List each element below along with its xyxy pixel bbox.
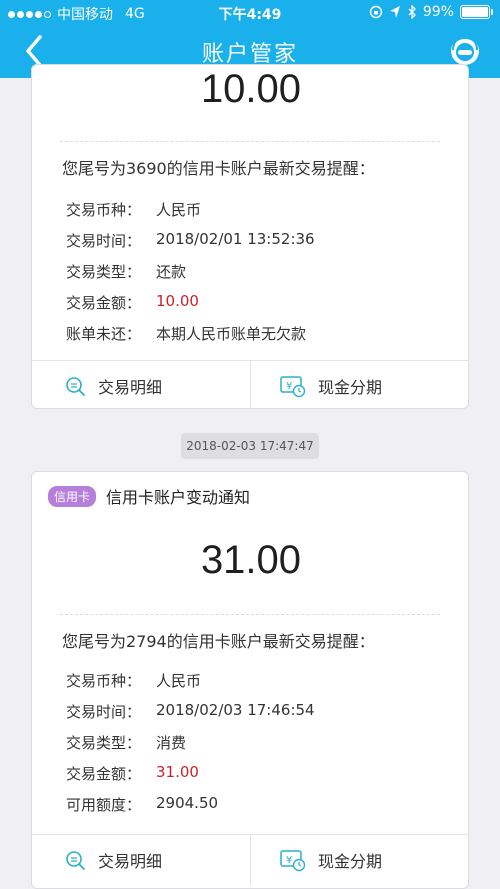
transaction-description: 您尾号为2794的信用卡账户最新交易提醒： [62,632,375,651]
card-actions: 交易明细 ¥ 现金分期 [32,834,468,885]
row-label: 交易类型： [66,734,142,752]
row-value: 2904.50 [156,794,219,812]
status-bar: 中国移动 4G 下午4:49 99% [0,0,500,26]
row-label: 交易时间： [66,703,142,721]
svg-text:¥: ¥ [286,855,292,866]
svg-text:¥: ¥ [286,381,292,392]
cash-installment-icon: ¥ [280,376,306,398]
detail-row-available-credit: 可用额度： 2904.50 [66,794,218,815]
action-divider [250,835,251,885]
row-value: 消费 [156,734,187,752]
transaction-card-2: 信用卡 信用卡账户变动通知 31.00 您尾号为2794的信用卡账户最新交易提醒… [31,471,469,889]
row-value: 2018/02/01 13:52:36 [156,230,315,248]
battery-icon [460,5,493,19]
location-icon [389,6,400,18]
cash-installment-label: 现金分期 [318,378,383,397]
card-title: 信用卡账户变动通知 [106,488,251,507]
message-timestamp: 2018-02-03 17:47:47 [181,433,319,459]
row-label: 可用额度： [66,796,142,814]
transaction-card-1: 10.00 您尾号为3690的信用卡账户最新交易提醒： 交易币种： 人民币 交易… [31,64,469,409]
row-label: 交易类型： [66,263,142,281]
detail-row-currency: 交易币种： 人民币 [66,199,201,220]
detail-row-time: 交易时间： 2018/02/01 13:52:36 [66,230,315,251]
cash-installment-icon: ¥ [280,850,306,872]
row-value: 人民币 [156,201,202,219]
detail-row-currency: 交易币种： 人民币 [66,670,201,691]
transaction-detail-button[interactable]: 交易明细 [64,361,163,408]
transaction-amount: 31.00 [200,538,302,582]
row-label: 交易币种： [66,672,142,690]
transaction-detail-button[interactable]: 交易明细 [64,835,162,885]
row-value: 还款 [156,263,187,281]
detail-row-type: 交易类型： 还款 [66,261,186,282]
cash-installment-label: 现金分期 [318,852,383,871]
row-label: 交易金额： [66,765,142,783]
customer-service-icon[interactable] [448,34,482,68]
row-label: 交易币种： [66,201,142,219]
search-detail-icon [66,851,85,870]
cash-installment-button[interactable]: ¥ 现金分期 [280,835,382,885]
row-value: 31.00 [156,763,199,781]
status-right: 99% [369,4,493,20]
row-value: 本期人民币账单无欠款 [156,325,307,343]
search-detail-icon [66,377,85,396]
bluetooth-icon [408,5,416,19]
row-label: 交易金额： [66,294,142,312]
battery-percent: 99% [422,4,454,20]
transaction-description: 您尾号为3690的信用卡账户最新交易提醒： [62,159,375,178]
card-actions: 交易明细 ¥ 现金分期 [32,360,468,408]
transaction-detail-label: 交易明细 [98,852,163,871]
row-label: 账单未还： [66,325,142,343]
row-value: 10.00 [156,292,199,310]
detail-row-type: 交易类型： 消费 [66,732,186,753]
detail-row-unpaid: 账单未还： 本期人民币账单无欠款 [66,323,306,344]
action-divider [250,361,251,408]
lock-rotation-icon [369,5,383,19]
cash-installment-button[interactable]: ¥ 现金分期 [280,361,383,408]
transaction-detail-label: 交易明细 [98,378,163,397]
dashed-divider [60,141,440,142]
dashed-divider [60,614,440,615]
transaction-amount: 10.00 [200,67,302,111]
row-value: 2018/02/03 17:46:54 [156,701,315,719]
detail-row-amount: 交易金额： 31.00 [66,763,199,784]
detail-row-amount: 交易金额： 10.00 [66,292,199,313]
detail-row-time: 交易时间： 2018/02/03 17:46:54 [66,701,315,722]
credit-card-badge: 信用卡 [48,486,97,507]
row-label: 交易时间： [66,232,142,250]
row-value: 人民币 [156,672,202,690]
